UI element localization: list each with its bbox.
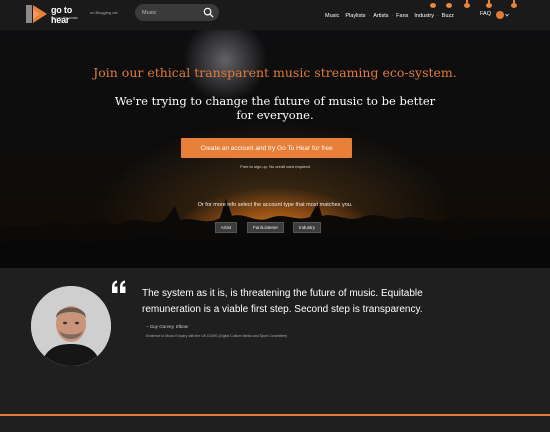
- testimonial-section: The system as it is, is threatening the …: [0, 268, 550, 432]
- hero-section: Join our ethical transparent music strea…: [0, 30, 550, 268]
- cta-note: Free to sign up. No credit card required: [240, 164, 310, 169]
- main-nav: Music Playlists · Artists · Fans Industr…: [322, 11, 457, 21]
- crowd-silhouette: [0, 198, 550, 268]
- search-bar: [135, 4, 219, 21]
- testimonial-source: Evidence to Music Enquiry with the UK DC…: [146, 334, 288, 338]
- nav-industry[interactable]: Industry: [411, 13, 437, 19]
- hero-subheading: We're trying to change the future of mus…: [0, 94, 550, 122]
- quote-mark-icon: [112, 280, 126, 293]
- artist-account-button[interactable]: Artist: [215, 222, 237, 233]
- testimonial-quote: The system as it is, is threatening the …: [142, 288, 423, 315]
- logo-wordmark: go to hear: [51, 5, 73, 25]
- hero-subheading-line2: for everyone.: [236, 108, 314, 122]
- logo-tagline: we pay the music: [51, 16, 79, 20]
- nav-fans[interactable]: Fans: [393, 13, 411, 19]
- hero-subheading-line1: We're trying to change the future of mus…: [114, 94, 436, 108]
- nav-buzz[interactable]: Buzz: [439, 13, 457, 19]
- fan-listener-account-button[interactable]: Fan/Listener: [247, 222, 284, 233]
- logo-mark-icon: [26, 5, 47, 23]
- search-input[interactable]: [142, 7, 200, 18]
- account-type-prompt: Or for more info select the account type…: [197, 202, 353, 208]
- nav-faq[interactable]: FAQ: [480, 11, 491, 17]
- blog-link[interactable]: on Blogging ute: [90, 10, 118, 15]
- user-avatar[interactable]: [496, 11, 504, 19]
- orange-markers: [420, 0, 530, 10]
- create-account-button[interactable]: Create an account and try Go To Hear for…: [181, 138, 352, 158]
- nav-music[interactable]: Music: [322, 13, 342, 19]
- testimonial-portrait: [31, 286, 111, 366]
- logo[interactable]: go to hear we pay the music: [26, 4, 86, 25]
- testimonial-author: – Guy Garvey, Elbow: [146, 324, 189, 329]
- chevron-down-icon[interactable]: [505, 13, 509, 17]
- search-icon[interactable]: [203, 7, 214, 18]
- nav-playlists[interactable]: Playlists: [342, 13, 368, 19]
- footer-divider: [0, 414, 550, 416]
- industry-account-button[interactable]: Industry: [293, 222, 321, 233]
- nav-artists[interactable]: Artists: [370, 13, 391, 19]
- hero-heading: Join our ethical transparent music strea…: [93, 65, 457, 80]
